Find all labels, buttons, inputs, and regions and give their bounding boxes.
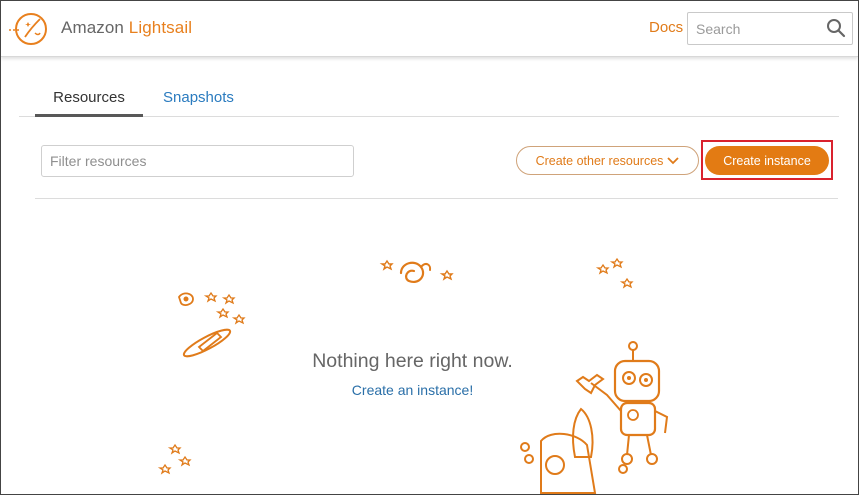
resource-tabs: Resources Snapshots bbox=[19, 71, 839, 117]
tab-snapshots[interactable]: Snapshots bbox=[163, 89, 234, 106]
brand-prefix: Amazon bbox=[61, 18, 124, 37]
galaxy-icon bbox=[379, 259, 454, 283]
lightsail-logo-icon[interactable] bbox=[7, 9, 51, 49]
small-stars-icon bbox=[157, 443, 192, 475]
top-header: Amazon Lightsail Docs bbox=[1, 1, 858, 57]
chevron-down-icon bbox=[667, 156, 680, 164]
app-window: Amazon Lightsail Docs Resources Snapshot… bbox=[0, 0, 859, 495]
brand-title[interactable]: Amazon Lightsail bbox=[61, 18, 192, 38]
filter-resources-field[interactable] bbox=[41, 145, 354, 177]
create-other-resources-label: Create other resources bbox=[535, 153, 664, 168]
filter-resources-input[interactable] bbox=[42, 146, 353, 176]
brand-name: Lightsail bbox=[128, 18, 193, 37]
docs-link[interactable]: Docs bbox=[649, 19, 683, 36]
search-input[interactable] bbox=[688, 13, 818, 44]
search-icon[interactable] bbox=[826, 18, 846, 38]
stars-cluster-icon bbox=[595, 257, 634, 289]
create-other-resources-button[interactable]: Create other resources bbox=[516, 146, 699, 175]
search-box[interactable] bbox=[687, 12, 853, 45]
create-instance-button[interactable]: Create instance bbox=[705, 146, 829, 175]
toolbar-divider bbox=[35, 198, 838, 199]
tab-resources[interactable]: Resources bbox=[35, 89, 143, 117]
empty-state-message: Nothing here right now. bbox=[312, 350, 513, 372]
create-instance-link[interactable]: Create an instance! bbox=[1, 382, 824, 398]
